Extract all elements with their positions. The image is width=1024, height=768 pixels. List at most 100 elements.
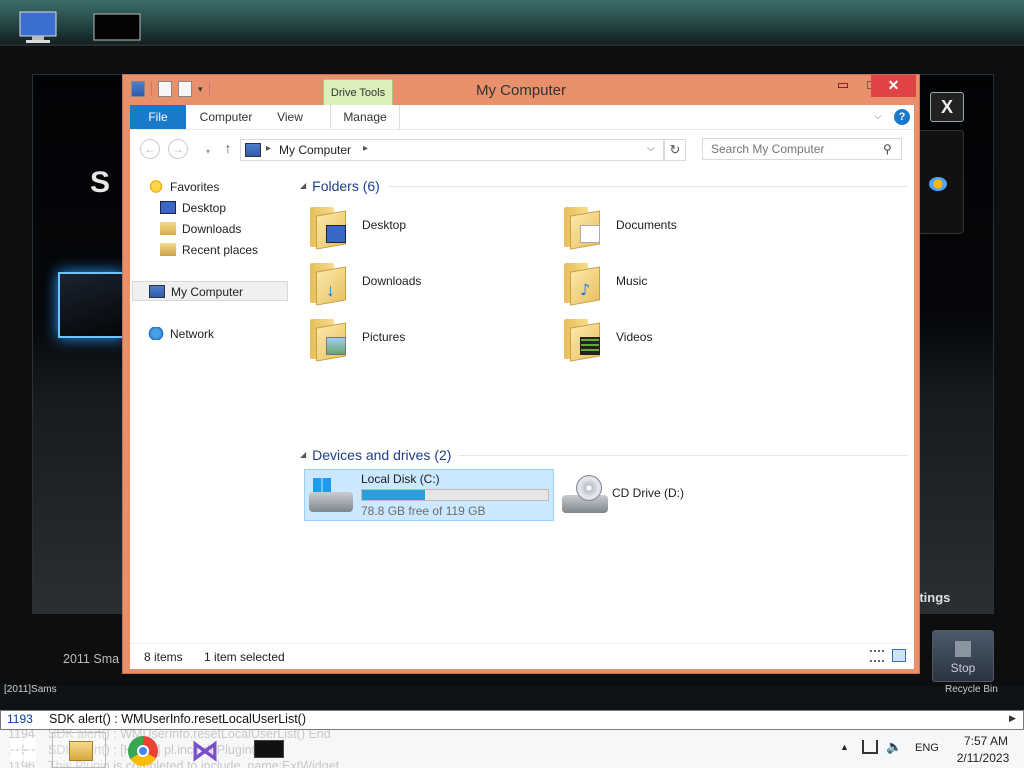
search-icon[interactable]: ⚲: [883, 142, 892, 156]
tv-app-logo: S: [90, 166, 111, 199]
show-hidden-icons-button[interactable]: ▲: [840, 742, 849, 752]
taskbar-file-explorer[interactable]: [52, 732, 106, 768]
folder-icon: ♪: [564, 261, 602, 306]
star-icon: [148, 180, 164, 193]
desktop-monitor-icon[interactable]: [92, 10, 141, 44]
status-bar: 8 items 1 item selected: [130, 643, 914, 669]
minimize-button[interactable]: ▭: [829, 75, 857, 97]
drive-usage-fill: [362, 490, 426, 500]
details-view-icon[interactable]: [870, 650, 884, 662]
clock-time[interactable]: 7:57 AM: [958, 734, 1014, 748]
status-selection: 1 item selected: [204, 650, 285, 664]
tv-thumbnail[interactable]: [58, 272, 124, 338]
group-header-devices[interactable]: ◢ Devices and drives (2): [300, 445, 908, 465]
start-button[interactable]: [8, 736, 38, 764]
folder-label: Pictures: [362, 330, 406, 344]
desktop-icon: [160, 201, 176, 214]
ribbon-tab-bar: File Computer View Manage ⌵ ?: [130, 105, 914, 129]
refresh-button[interactable]: ↻: [664, 139, 686, 161]
folder-documents[interactable]: Documents: [558, 201, 808, 251]
drive-usage-bar: [361, 489, 549, 501]
tv-weather-tile[interactable]: [918, 130, 964, 234]
folder-pictures[interactable]: Pictures: [304, 313, 554, 363]
file-explorer-icon: [69, 741, 93, 761]
folder-videos[interactable]: Videos: [558, 313, 808, 363]
network-icon: [148, 327, 164, 340]
tab-computer[interactable]: Computer: [196, 105, 256, 129]
nav-item-label: Network: [170, 327, 215, 341]
breadcrumb-chevron-icon[interactable]: ▸: [266, 143, 271, 154]
nav-favorites[interactable]: Favorites: [148, 177, 219, 197]
clock-date[interactable]: 2/11/2023: [950, 751, 1016, 765]
downloads-icon: [160, 222, 176, 235]
group-header-folders[interactable]: ◢ Folders (6): [300, 176, 908, 196]
folder-downloads[interactable]: ↓ Downloads: [304, 257, 554, 307]
group-header-label: Devices and drives (2): [312, 447, 452, 463]
search-input[interactable]: [703, 139, 879, 159]
forward-button[interactable]: →: [168, 139, 188, 159]
taskbar-visual-studio[interactable]: ⋈: [178, 732, 232, 768]
nav-item-network[interactable]: Network: [148, 324, 214, 344]
tab-file[interactable]: File: [130, 105, 186, 129]
tv-settings-label[interactable]: ttings: [915, 590, 950, 605]
file-list-pane: ◢ Folders (6) Desktop Documents ↓ Downloa…: [294, 167, 914, 643]
console-selected-line[interactable]: 1193 SDK alert() : WMUserInfo.resetLocal…: [0, 710, 1024, 730]
breadcrumb-chevron-icon[interactable]: ▸: [363, 143, 368, 154]
nav-item-recent-places[interactable]: Recent places: [160, 240, 258, 260]
recent-locations-chevron-icon[interactable]: ▾: [198, 143, 218, 163]
tv-stop-button[interactable]: Stop: [932, 630, 994, 682]
scroll-right-icon[interactable]: ▶: [1009, 713, 1016, 724]
nav-item-label: My Computer: [171, 285, 244, 299]
large-icons-view-icon[interactable]: [892, 649, 906, 662]
nav-item-downloads[interactable]: Downloads: [160, 219, 241, 239]
tab-manage[interactable]: Manage: [330, 105, 400, 129]
folder-label: Documents: [616, 218, 677, 232]
close-button[interactable]: ✕: [871, 75, 916, 97]
explorer-window: ▾ Drive Tools My Computer ▭ □ ✕ File Com…: [122, 74, 920, 674]
address-bar[interactable]: ▸ My Computer ▸ ⌵: [240, 139, 664, 161]
desktop-computer-icon[interactable]: [16, 10, 60, 44]
up-button[interactable]: ↑: [218, 139, 238, 159]
tv-stop-label: Stop: [950, 661, 976, 675]
title-bar[interactable]: ▾ Drive Tools My Computer ▭ □ ✕: [123, 75, 919, 107]
tv-close-button[interactable]: X: [930, 92, 964, 122]
back-button[interactable]: ←: [140, 139, 160, 159]
search-box[interactable]: ⚲: [702, 138, 902, 160]
group-header-label: Folders (6): [312, 178, 380, 194]
nav-item-label: Recent places: [182, 243, 259, 257]
recycle-bin-label[interactable]: Recycle Bin: [945, 684, 998, 695]
taskbar-chrome[interactable]: [116, 732, 170, 768]
folder-icon: [564, 317, 602, 362]
folder-label: Downloads: [362, 274, 422, 288]
visual-studio-icon: ⋈: [191, 735, 219, 766]
console-line-number: 1193: [7, 712, 33, 726]
console-line-text: SDK alert() : WMUserInfo.resetLocalUserL…: [49, 712, 307, 726]
collapse-triangle-icon[interactable]: ◢: [300, 176, 306, 196]
taskbar-app-window[interactable]: [240, 732, 294, 768]
tv-bottom-left-text: [2011]Sams: [4, 684, 57, 695]
tab-view[interactable]: View: [270, 105, 310, 129]
recent-places-icon: [160, 243, 176, 256]
input-language[interactable]: ENG: [915, 742, 939, 754]
expand-ribbon-chevron-icon[interactable]: ⌵: [874, 111, 882, 122]
navigation-pane: Favorites Desktop Downloads Recent place…: [130, 167, 294, 643]
folder-icon: ↓: [310, 261, 348, 306]
folder-music[interactable]: ♪ Music: [558, 257, 808, 307]
folder-icon: [564, 205, 602, 250]
cd-drive-icon: [562, 475, 608, 517]
folder-desktop[interactable]: Desktop: [304, 201, 554, 251]
stop-icon: [955, 641, 971, 657]
nav-item-my-computer[interactable]: My Computer: [132, 281, 288, 301]
help-button[interactable]: ?: [894, 109, 910, 125]
drive-local-disk-c[interactable]: Local Disk (C:) 78.8 GB free of 119 GB: [304, 469, 554, 521]
folder-label: Music: [616, 274, 648, 288]
breadcrumb-my-computer[interactable]: My Computer: [279, 143, 351, 157]
nav-item-desktop[interactable]: Desktop: [160, 198, 226, 218]
drive-cd-d[interactable]: CD Drive (D:): [560, 469, 810, 521]
content-area: Favorites Desktop Downloads Recent place…: [130, 167, 914, 643]
address-dropdown-chevron-icon[interactable]: ⌵: [647, 143, 655, 154]
volume-icon[interactable]: 🔈: [886, 739, 902, 755]
window-title: My Computer: [475, 82, 567, 99]
collapse-triangle-icon[interactable]: ◢: [300, 445, 306, 465]
network-tray-icon[interactable]: [862, 740, 878, 754]
